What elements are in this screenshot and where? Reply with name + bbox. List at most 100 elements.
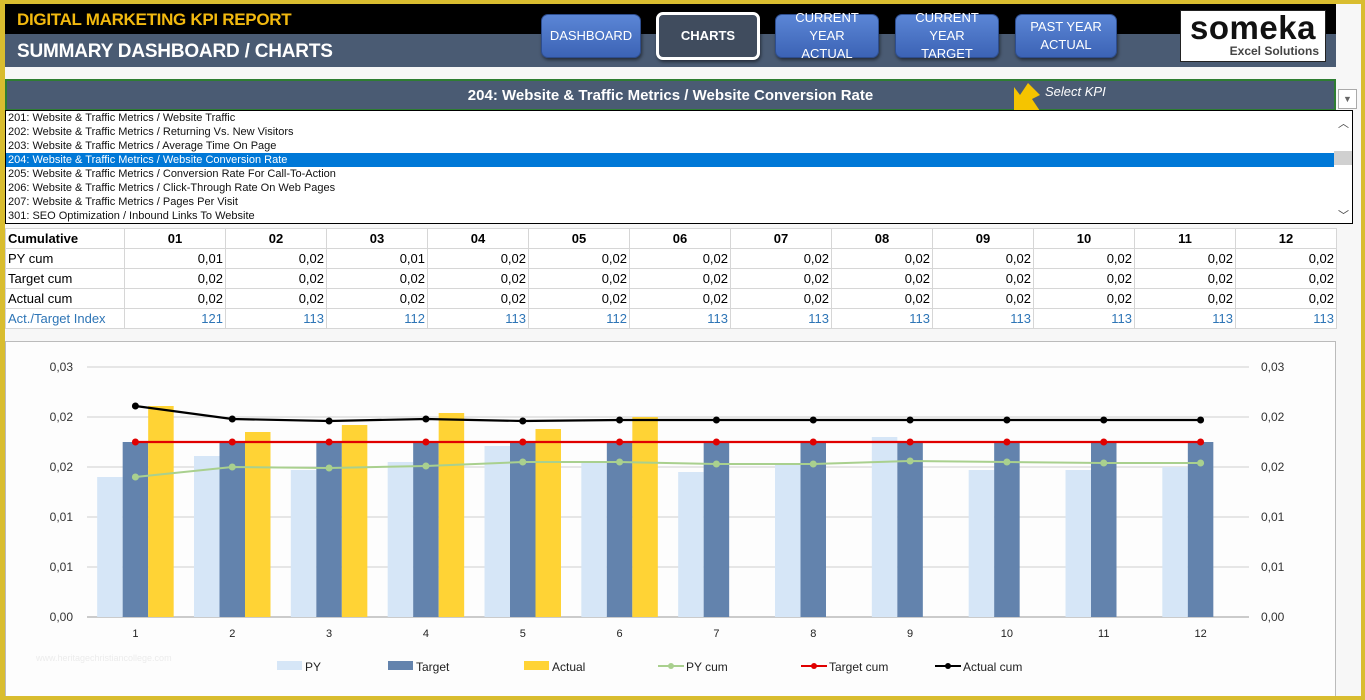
bar-target <box>1187 442 1214 617</box>
legend-label-actual-cum: Actual cum <box>963 660 1022 674</box>
x-tick-label: 8 <box>810 628 816 640</box>
point-py-cum <box>519 458 527 466</box>
point-target-cum <box>712 438 720 446</box>
y-tick-label: 0,01 <box>50 510 74 524</box>
x-tick-label: 11 <box>1098 628 1109 640</box>
bar-py <box>194 456 220 617</box>
point-actual-cum <box>1197 416 1205 424</box>
point-py-cum <box>131 473 139 481</box>
y-tick-label: 0,00 <box>50 610 74 624</box>
x-tick-label: 12 <box>1194 628 1206 640</box>
y-tick-label: 0,03 <box>50 360 74 374</box>
bar-target <box>510 442 536 617</box>
x-tick-label: 4 <box>423 628 429 640</box>
point-py-cum <box>228 463 236 471</box>
bar-actual <box>245 432 271 617</box>
chart-panel: 0,00 0,00 0,01 0,01 0,01 0,01 0,02 0,02 0,02 0,02… <box>5 341 1336 696</box>
point-target-cum <box>422 438 430 446</box>
point-actual-cum <box>809 416 817 424</box>
bar-py <box>1162 467 1188 617</box>
legend-label-target-cum: Target cum <box>829 660 888 674</box>
bar-py <box>484 446 510 617</box>
secondary-y-tick-label: 0,00 <box>1261 610 1285 624</box>
point-actual-cum <box>906 416 914 424</box>
point-target-cum <box>1003 438 1011 446</box>
bar-py <box>871 437 898 617</box>
secondary-y-tick-label: 0,01 <box>1261 510 1285 524</box>
bar-py <box>97 477 123 617</box>
x-tick-label: 10 <box>1001 628 1013 640</box>
secondary-y-tick-label: 0,02 <box>1261 460 1285 474</box>
secondary-y-tick-label: 0,03 <box>1261 360 1285 374</box>
line-actual-cum <box>135 404 1201 423</box>
x-tick-label: 2 <box>229 628 235 640</box>
point-target-cum <box>325 438 333 446</box>
point-target-cum <box>616 438 624 446</box>
point-py-cum <box>906 457 914 465</box>
bar-actual <box>632 417 658 617</box>
y-tick-label: 0,01 <box>50 560 74 574</box>
point-target-cum <box>1197 438 1205 446</box>
bar-py <box>290 470 317 617</box>
bar-target <box>703 442 730 617</box>
point-actual-cum <box>325 417 333 425</box>
bar-py <box>678 472 704 617</box>
legend-swatch-py <box>277 661 302 670</box>
watermark: www.heritagechristiancollege.com <box>36 653 172 663</box>
bar-target <box>897 442 923 617</box>
bar-actual <box>341 425 368 617</box>
x-tick-label: 1 <box>132 628 138 640</box>
bar-py <box>775 465 801 617</box>
legend-label-py: PY <box>305 660 321 674</box>
bar-actual <box>148 406 174 617</box>
app-window: DIGITAL MARKETING KPI REPORT SUMMARY DAS… <box>5 4 1361 696</box>
bar-py <box>1065 470 1091 617</box>
x-tick-label: 6 <box>617 628 623 640</box>
legend-marker-actual-cum <box>945 663 951 669</box>
legend-label-py-cum: PY cum <box>686 660 728 674</box>
x-tick-label: 7 <box>713 628 719 640</box>
point-py-cum <box>712 460 720 468</box>
y-tick-label: 0,02 <box>50 460 74 474</box>
point-actual-cum <box>131 402 139 410</box>
bar-target <box>122 442 149 617</box>
bar-actual <box>438 413 465 617</box>
point-actual-cum <box>519 417 527 425</box>
bar-py <box>968 470 995 617</box>
point-target-cum <box>1100 438 1108 446</box>
point-target-cum <box>809 438 817 446</box>
point-py-cum <box>325 464 333 472</box>
bar-target <box>994 442 1020 617</box>
point-target-cum <box>519 438 527 446</box>
point-actual-cum <box>422 415 430 423</box>
bar-target <box>800 442 826 617</box>
point-py-cum <box>1197 459 1205 467</box>
point-target-cum <box>131 438 139 446</box>
bar-py <box>581 463 607 617</box>
x-tick-label: 5 <box>520 628 526 640</box>
point-target-cum <box>906 438 914 446</box>
point-actual-cum <box>1100 416 1108 424</box>
point-py-cum <box>422 462 430 470</box>
point-actual-cum <box>1003 416 1011 424</box>
legend-swatch-actual <box>524 661 549 670</box>
x-tick-label: 9 <box>907 628 913 640</box>
y-tick-label: 0,02 <box>50 410 74 424</box>
point-py-cum <box>809 460 817 468</box>
combo-chart: 0,00 0,00 0,01 0,01 0,01 0,01 0,02 0,02 0,02 0,02… <box>50 360 1285 674</box>
point-py-cum <box>1100 459 1108 467</box>
x-tick-label: 3 <box>326 628 332 640</box>
bar-py <box>387 462 414 617</box>
legend-label-actual: Actual <box>552 660 585 674</box>
point-target-cum <box>228 438 236 446</box>
secondary-y-tick-label: 0,01 <box>1261 560 1285 574</box>
secondary-y-tick-label: 0,02 <box>1261 410 1285 424</box>
bar-actual <box>535 429 561 617</box>
legend-marker-target-cum <box>811 663 817 669</box>
bar-target <box>606 442 633 617</box>
bar-target <box>1091 442 1117 617</box>
point-actual-cum <box>712 416 720 424</box>
point-actual-cum <box>228 415 236 423</box>
point-py-cum <box>1003 458 1011 466</box>
legend-marker-py-cum <box>668 663 674 669</box>
